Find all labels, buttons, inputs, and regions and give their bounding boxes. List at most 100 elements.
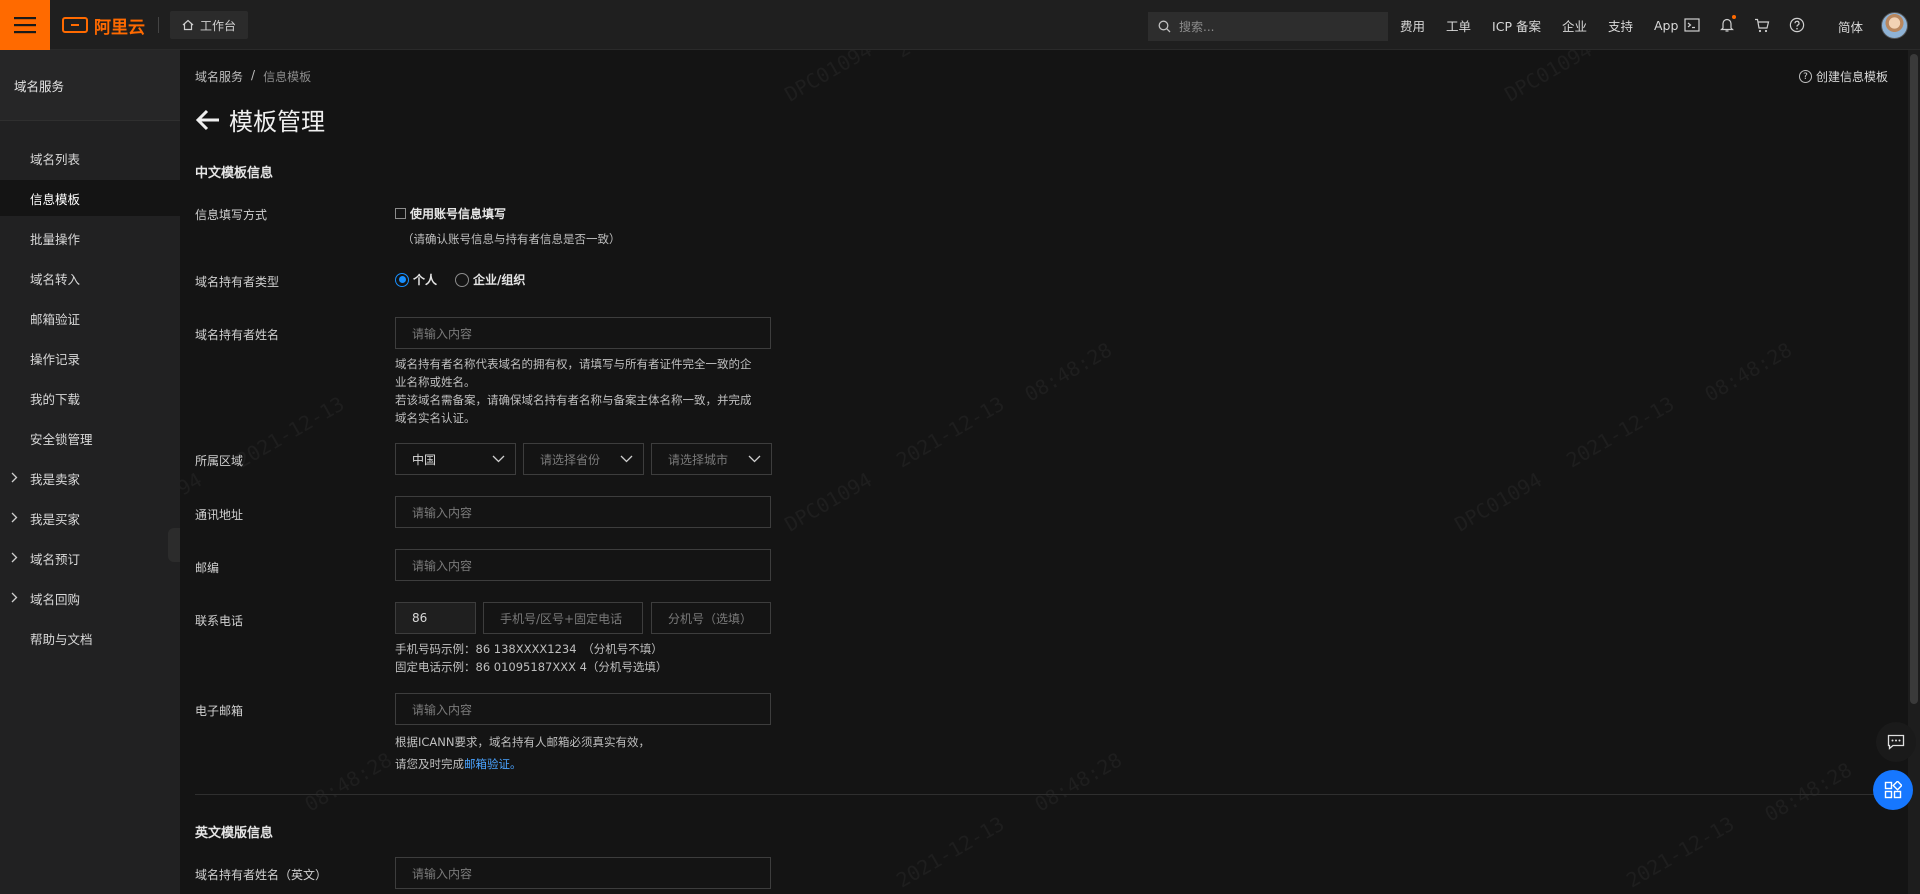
sidebar-item-label: 邮箱验证 — [30, 311, 81, 327]
avatar[interactable] — [1881, 12, 1908, 39]
help-icon[interactable] — [1787, 15, 1807, 35]
phone-number-input[interactable]: 手机号/区号+固定电话 — [483, 602, 643, 634]
country-value: 中国 — [412, 452, 437, 467]
email-input[interactable]: 请输入内容 — [395, 693, 771, 725]
owner-type-radio-group: 个人 企业/组织 — [395, 271, 539, 288]
sidebar-item-security-lock[interactable]: 安全锁管理 — [0, 420, 180, 456]
section-divider — [195, 794, 1885, 795]
bell-icon[interactable] — [1717, 15, 1737, 35]
radio-enterprise[interactable]: 企业/组织 — [455, 271, 525, 288]
sidebar-item-help-docs[interactable]: 帮助与文档 — [0, 620, 180, 656]
owner-name-input[interactable]: 请输入内容 — [395, 317, 771, 349]
link-billing[interactable]: 费用 — [1400, 16, 1425, 35]
sidebar-item-buyback[interactable]: 域名回购 — [0, 580, 180, 616]
province-select[interactable]: 请选择省份 — [523, 443, 644, 475]
sidebar-item-label: 帮助与文档 — [30, 631, 93, 647]
chevron-right-icon — [11, 512, 18, 523]
search-placeholder: 搜索... — [1179, 20, 1215, 34]
apps-grid-icon — [1884, 781, 1902, 799]
page-title: 模板管理 — [195, 102, 325, 137]
chat-icon — [1887, 734, 1905, 750]
sidebar-item-transfer-in[interactable]: 域名转入 — [0, 260, 180, 296]
back-arrow-icon[interactable] — [195, 109, 221, 131]
sidebar-item-email-verify[interactable]: 邮箱验证 — [0, 300, 180, 336]
workbench-button[interactable]: 工作台 — [170, 11, 249, 39]
section-title-cn: 中文模板信息 — [195, 166, 274, 181]
breadcrumb-root[interactable]: 域名服务 — [195, 68, 243, 85]
sidebar-item-seller[interactable]: 我是卖家 — [0, 460, 180, 496]
label-owner-type: 域名持有者类型 — [195, 275, 280, 289]
chevron-right-icon — [11, 592, 18, 603]
help-line: 固定电话示例：86 01095187XXX 4（分机号选填） — [395, 660, 668, 674]
search-input[interactable]: 搜索... — [1148, 12, 1388, 41]
sidebar-item-operation-log[interactable]: 操作记录 — [0, 340, 180, 376]
top-links: 费用 工单 ICP 备案 企业 支持 App — [1400, 0, 1699, 50]
menu-button[interactable] — [0, 0, 50, 50]
label-phone: 联系电话 — [195, 614, 244, 628]
help-line: 域名实名认证。 — [395, 411, 476, 425]
owner-name-en-input[interactable]: 请输入内容 — [395, 857, 771, 889]
apps-float-button[interactable] — [1873, 770, 1913, 810]
country-select[interactable]: 中国 — [395, 443, 516, 475]
postcode-input[interactable]: 请输入内容 — [395, 549, 771, 581]
scrollbar-thumb[interactable] — [1910, 54, 1918, 704]
breadcrumb: 域名服务 / 信息模板 — [195, 68, 311, 85]
chevron-down-icon — [620, 455, 633, 463]
help-line: 根据ICANN要求，域名持有人邮箱必须真实有效， — [395, 735, 650, 749]
phone-extension-input[interactable]: 分机号（选填） — [651, 602, 771, 634]
radio-circle — [455, 272, 470, 287]
breadcrumb-current: 信息模板 — [263, 70, 312, 84]
address-input[interactable]: 请输入内容 — [395, 496, 771, 528]
chat-float-button[interactable] — [1876, 722, 1916, 762]
sidebar-item-label: 我是买家 — [30, 511, 81, 527]
phone-country-code-input[interactable]: 86 — [395, 602, 476, 634]
label-address: 通讯地址 — [195, 508, 244, 522]
sidebar-item-label: 安全锁管理 — [30, 431, 93, 447]
link-icp[interactable]: ICP 备案 — [1492, 16, 1541, 35]
checkbox-box — [395, 208, 406, 219]
label-owner-name: 域名持有者姓名 — [195, 328, 280, 342]
scrollbar[interactable] — [1908, 50, 1920, 894]
sidebar-item-batch[interactable]: 批量操作 — [0, 220, 180, 256]
owner-name-help: 域名持有者名称代表域名的拥有权，请填写与所有者证件完全一致的企 业名称或姓名。 … — [395, 355, 752, 427]
terminal-icon[interactable] — [1682, 15, 1702, 35]
divider — [158, 17, 159, 33]
chevron-right-icon — [11, 552, 18, 563]
sidebar-title: 域名服务 — [0, 50, 180, 121]
city-select[interactable]: 请选择城市 — [651, 443, 772, 475]
sidebar-item-label: 域名列表 — [30, 151, 81, 167]
radio-label: 个人 — [413, 273, 438, 287]
checkbox-label: 使用账号信息填写 — [410, 207, 507, 221]
workbench-label: 工作台 — [200, 18, 237, 33]
radio-personal[interactable]: 个人 — [395, 271, 437, 288]
help-text: 请您及时完成 — [395, 757, 464, 771]
use-account-info-checkbox[interactable]: 使用账号信息填写 — [395, 205, 506, 222]
create-template-link[interactable]: ? 创建信息模板 — [1798, 68, 1888, 85]
aliyun-logo[interactable]: 阿里云 — [62, 14, 145, 38]
cart-icon[interactable] — [1752, 15, 1772, 35]
sidebar-item-info-template[interactable]: 信息模板 — [0, 180, 180, 216]
label-postcode: 邮编 — [195, 561, 220, 575]
label-fill-method: 信息填写方式 — [195, 208, 268, 222]
sidebar-item-domain-list[interactable]: 域名列表 — [0, 140, 180, 176]
link-ticket[interactable]: 工单 — [1446, 16, 1471, 35]
sidebar-collapse-handle[interactable] — [168, 528, 180, 562]
sidebar-item-downloads[interactable]: 我的下载 — [0, 380, 180, 416]
help-line: 若该域名需备案，请确保域名持有者名称与备案主体名称一致，并完成 — [395, 393, 752, 407]
link-enterprise[interactable]: 企业 — [1562, 16, 1587, 35]
section-title-en: 英文模版信息 — [195, 826, 274, 841]
main-content: 域名服务 / 信息模板 ? 创建信息模板 模板管理 中文模板信息 信息填写方式 … — [180, 50, 1908, 894]
email-verify-link[interactable]: 邮箱验证。 — [464, 757, 522, 771]
sidebar-item-reservation[interactable]: 域名预订 — [0, 540, 180, 576]
link-app[interactable]: App — [1654, 18, 1678, 33]
sidebar-item-buyer[interactable]: 我是买家 — [0, 500, 180, 536]
label-region: 所属区域 — [195, 454, 244, 468]
sidebar: 域名服务 域名列表 信息模板 批量操作 域名转入 邮箱验证 操作记录 我的下载 … — [0, 50, 180, 894]
language-switch[interactable]: 简体 — [1838, 17, 1863, 36]
hamburger-icon — [14, 17, 36, 34]
link-support[interactable]: 支持 — [1608, 16, 1633, 35]
province-placeholder: 请选择省份 — [540, 452, 601, 467]
sidebar-item-label: 操作记录 — [30, 351, 81, 367]
top-icon-group — [1682, 0, 1807, 50]
home-icon — [182, 19, 194, 31]
